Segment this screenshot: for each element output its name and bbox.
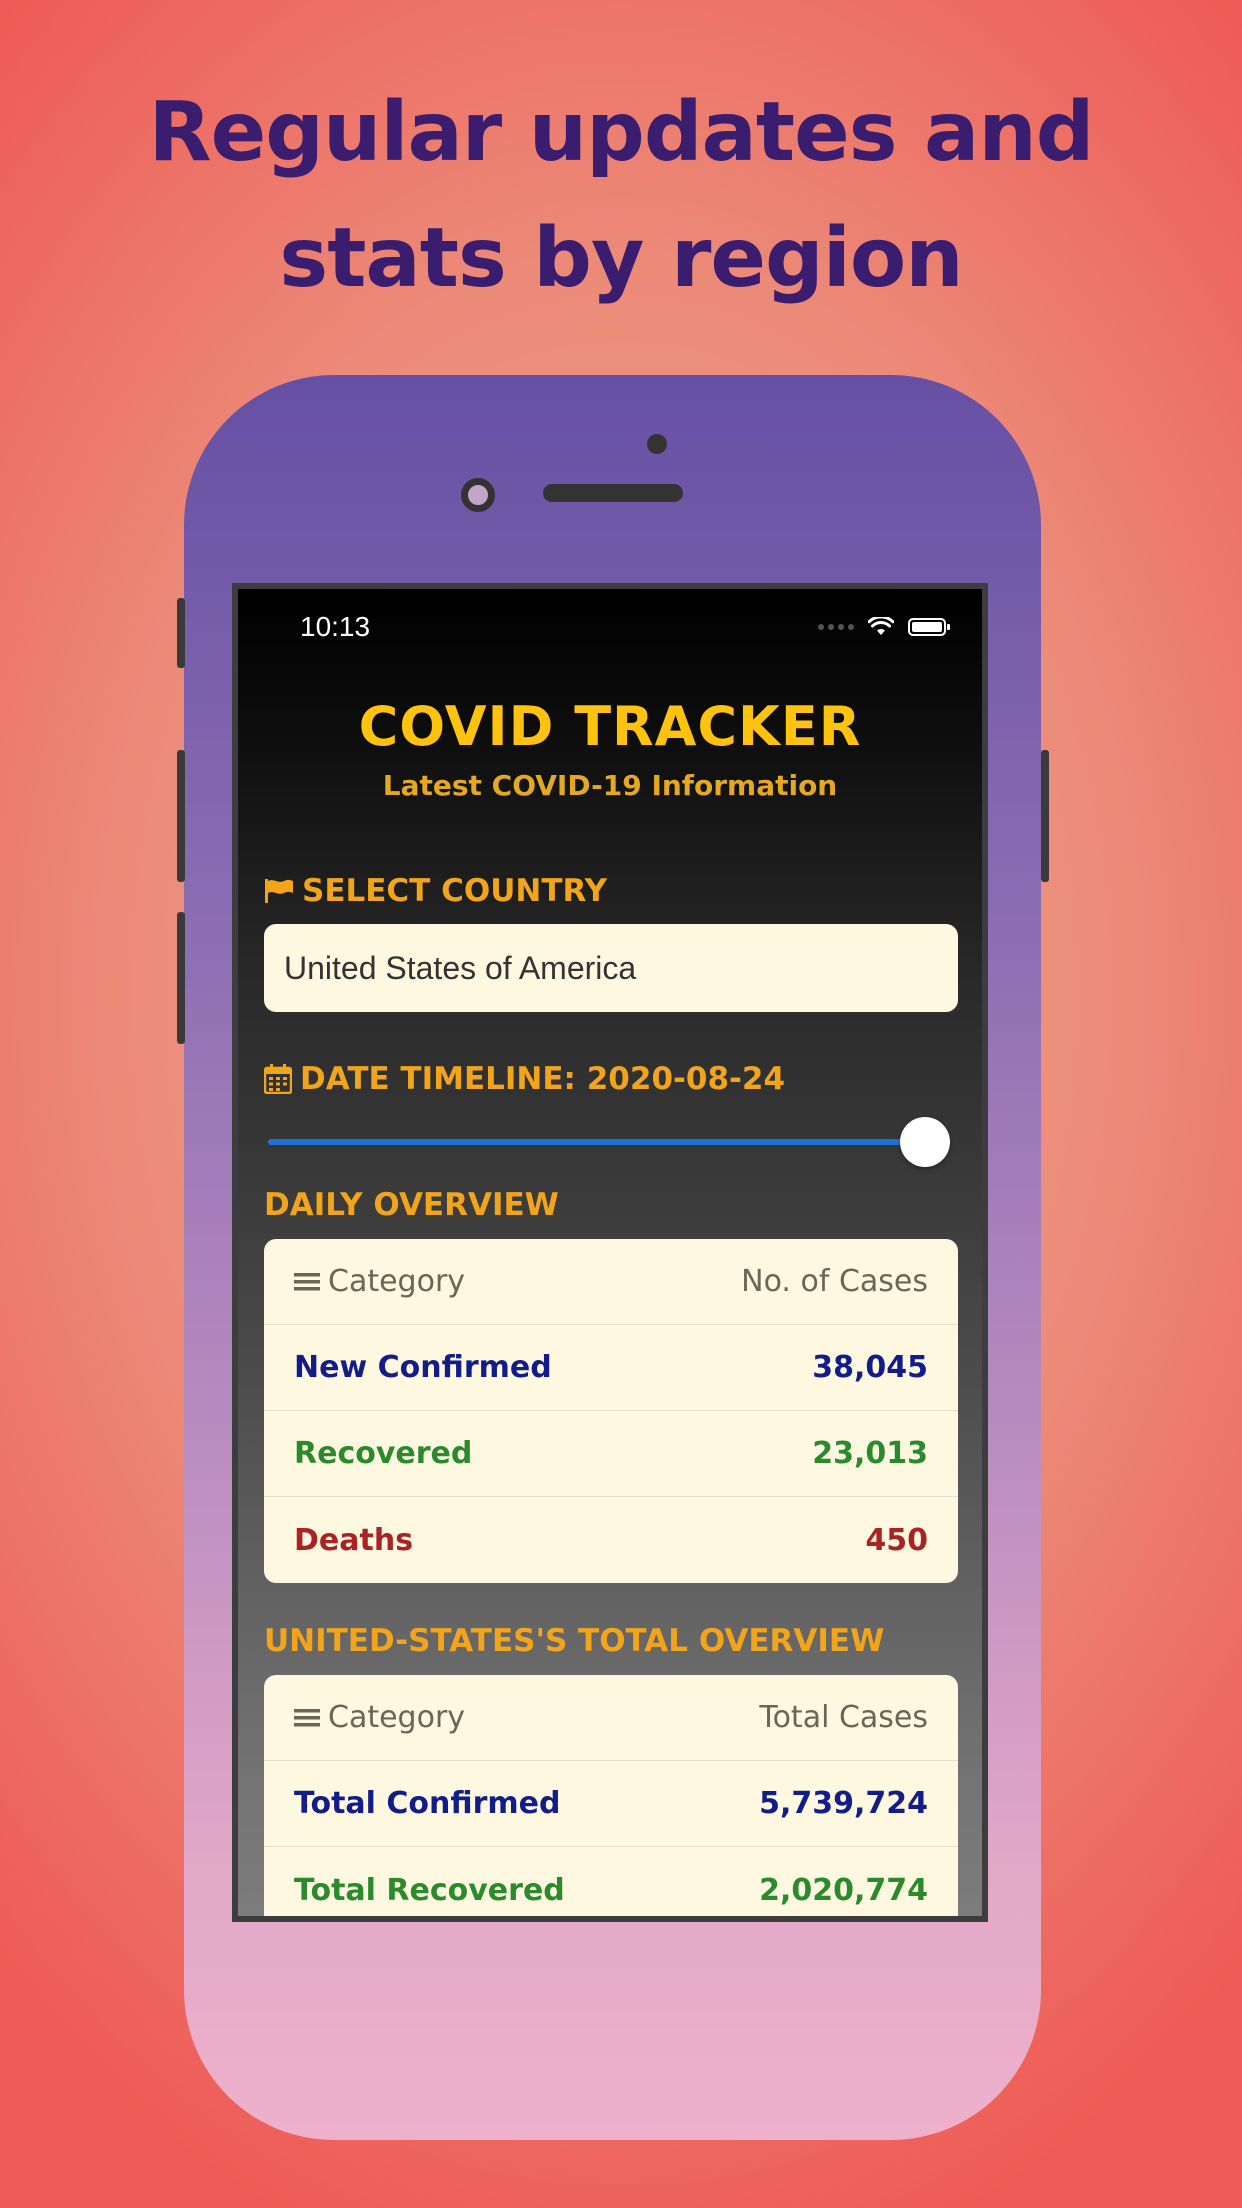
section-divider (264, 1029, 958, 1031)
app-subtitle: Latest COVID-19 Information (382, 769, 838, 802)
row-label: Deaths (294, 1522, 414, 1558)
earpiece-speaker (543, 484, 683, 502)
category-header-text: Category (328, 1264, 466, 1299)
total-overview-text: UNITED-STATES'S TOTAL OVERVIEW (264, 1623, 885, 1659)
daily-overview-table: Category No. of Cases New Confirmed 38,0… (264, 1239, 958, 1583)
table-row: Total Confirmed 5,739,724 (264, 1761, 958, 1847)
total-overview-table: Category Total Cases Total Confirmed 5,7… (264, 1675, 958, 1916)
front-camera (461, 478, 495, 512)
flag-icon (265, 879, 293, 903)
app-title: COVID TRACKER (358, 695, 862, 758)
select-country-text: SELECT COUNTRY (302, 873, 608, 909)
daily-overview-text: DAILY OVERVIEW (264, 1187, 559, 1223)
country-select[interactable]: United States of America (264, 924, 958, 1012)
row-label: Recovered (294, 1436, 473, 1471)
power-button (1041, 750, 1049, 882)
country-select-value: United States of America (284, 949, 637, 986)
row-label: Total Confirmed (294, 1786, 561, 1821)
mute-switch (177, 598, 185, 668)
volume-down-button (177, 912, 185, 1044)
row-value: 5,739,724 (759, 1786, 928, 1821)
row-value: 2,020,774 (759, 1872, 928, 1908)
table-row: Recovered 23,013 (264, 1411, 958, 1497)
front-sensor (647, 434, 667, 454)
table-header: Category No. of Cases (264, 1239, 958, 1325)
headline-line-1: Regular updates and (148, 85, 1095, 180)
row-value: 38,045 (812, 1350, 928, 1385)
category-header: Category (294, 1264, 465, 1299)
calendar-icon (264, 1064, 292, 1094)
row-label: Total Recovered (294, 1872, 565, 1908)
date-slider-thumb[interactable] (900, 1117, 950, 1167)
table-row: Deaths 450 (264, 1497, 958, 1583)
daily-overview-title: DAILY OVERVIEW (264, 1187, 559, 1223)
date-slider-track[interactable] (268, 1139, 948, 1145)
status-icons (818, 617, 950, 637)
select-country-label: SELECT COUNTRY (264, 873, 607, 909)
date-timeline-label: DATE TIMELINE: 2020-08-24 (264, 1061, 785, 1097)
table-row: New Confirmed 38,045 (264, 1325, 958, 1411)
phone-screen: 10:13 COVID TRACKER Latest COVID-19 Info… (232, 583, 988, 1922)
headline-line-2: stats by region (279, 211, 963, 306)
date-timeline-text: DATE TIMELINE: 2020-08-24 (300, 1061, 786, 1097)
cases-header: No. of Cases (741, 1264, 928, 1299)
cellular-signal-icon (818, 624, 854, 630)
row-value: 450 (865, 1522, 928, 1558)
table-header: Category Total Cases (264, 1675, 958, 1761)
row-value: 23,013 (812, 1436, 928, 1471)
list-icon (294, 1272, 320, 1290)
category-header-text: Category (328, 1700, 466, 1735)
battery-icon (908, 618, 950, 636)
category-header: Category (294, 1700, 465, 1735)
row-label: New Confirmed (294, 1350, 552, 1385)
app-screen: 10:13 COVID TRACKER Latest COVID-19 Info… (238, 589, 982, 1916)
status-time: 10:13 (300, 611, 371, 642)
volume-up-button (177, 750, 185, 882)
total-cases-header: Total Cases (759, 1700, 928, 1735)
marketing-headline: Regular updates and stats by region (0, 70, 1242, 322)
table-row: Total Recovered 2,020,774 (264, 1847, 958, 1916)
total-overview-title: UNITED-STATES'S TOTAL OVERVIEW (264, 1623, 884, 1659)
wifi-icon (868, 617, 894, 635)
list-icon (294, 1708, 320, 1726)
